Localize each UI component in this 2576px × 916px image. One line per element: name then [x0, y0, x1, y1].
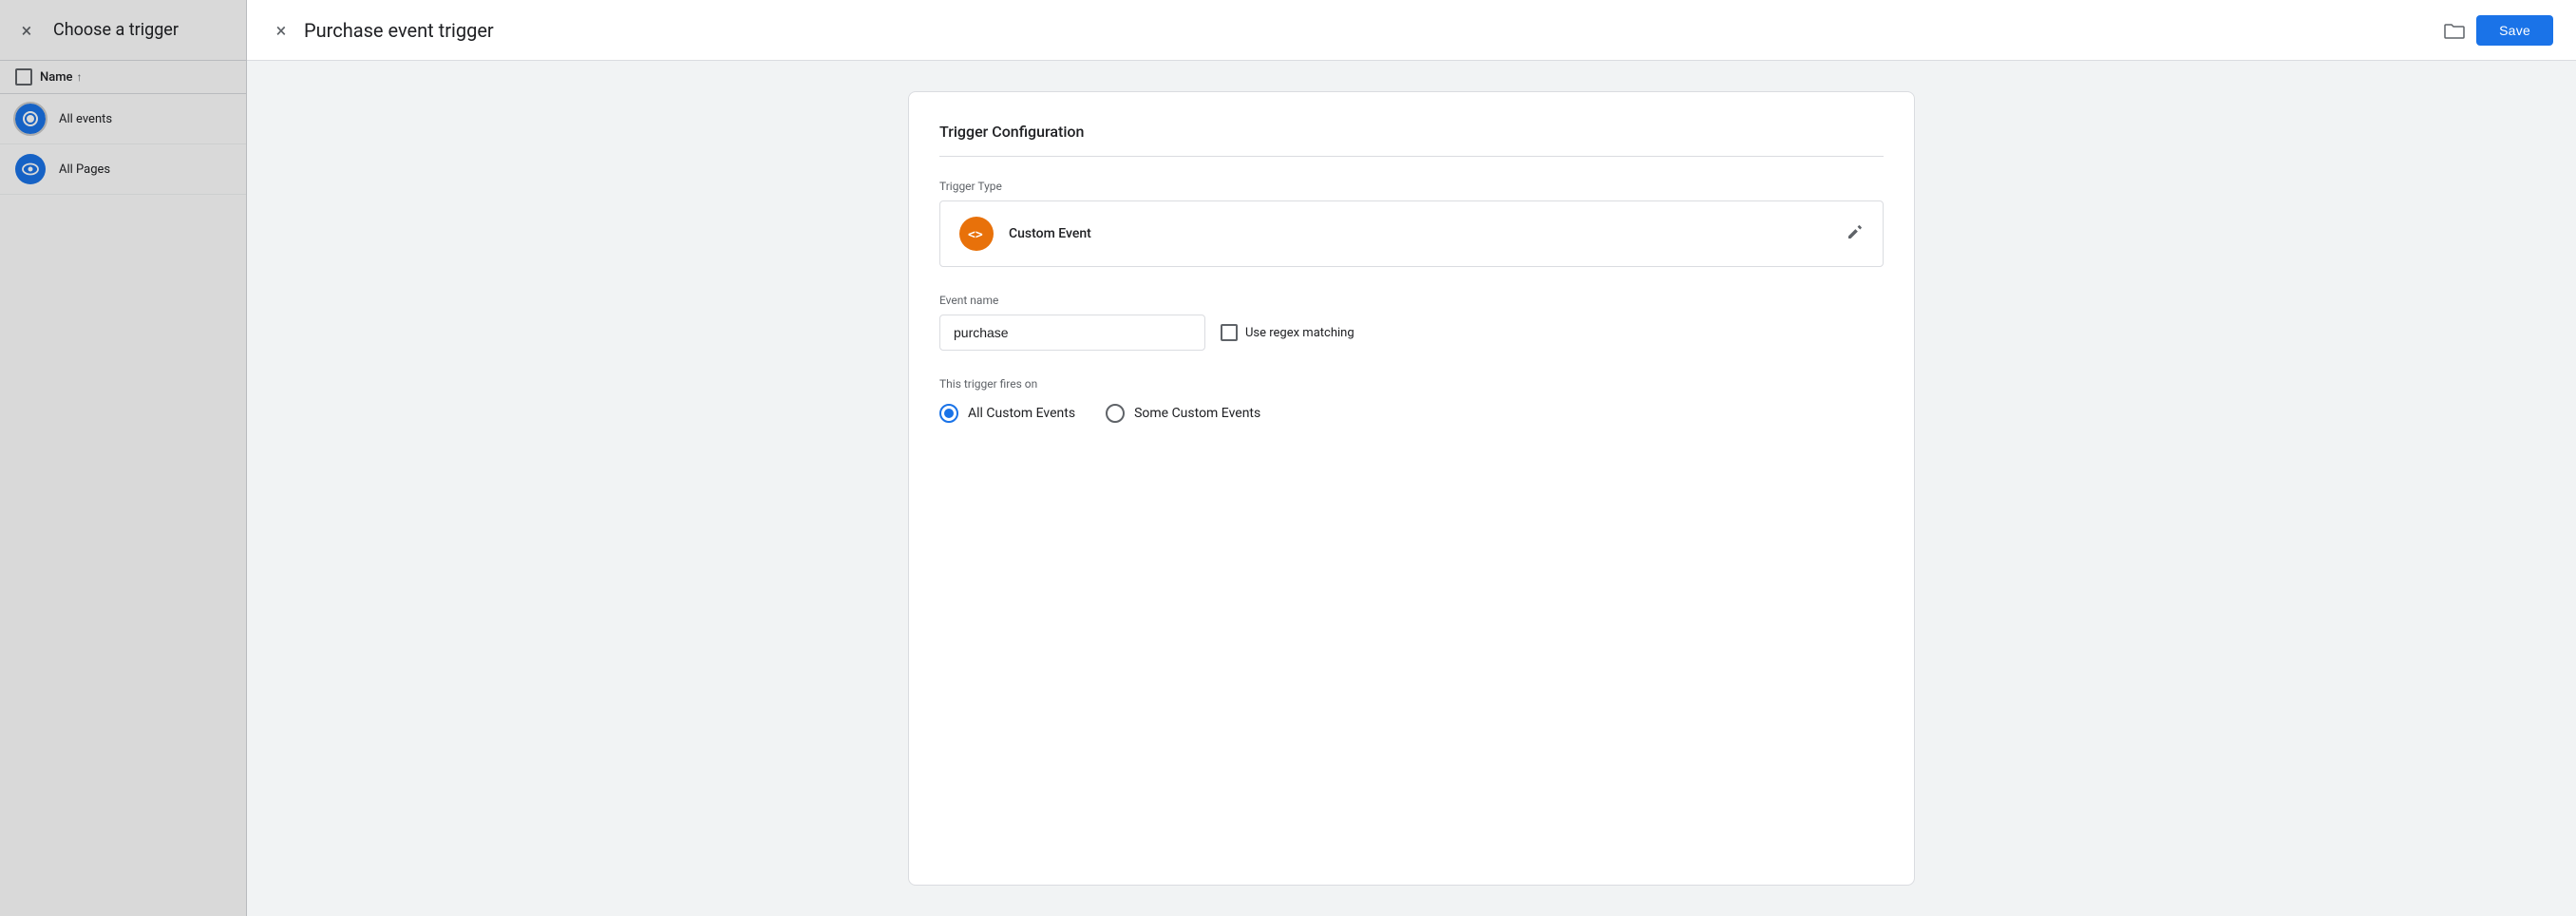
left-panel-title: Choose a trigger [53, 20, 179, 40]
radio-some-custom-events-indicator [1106, 404, 1125, 423]
left-panel-toolbar: Name ↑ [0, 61, 246, 94]
radio-all-custom-events-label: All Custom Events [968, 406, 1075, 421]
fires-on-label: This trigger fires on [939, 377, 1884, 391]
radio-option-all-custom-events[interactable]: All Custom Events [939, 404, 1075, 423]
trigger-type-section: Trigger Type <> Custom Event [939, 180, 1884, 267]
radio-option-some-custom-events[interactable]: Some Custom Events [1106, 404, 1260, 423]
all-events-icon [15, 104, 46, 134]
column-name-label: Name ↑ [40, 70, 83, 85]
regex-checkbox-row: Use regex matching [1221, 324, 1354, 341]
config-card-title: Trigger Configuration [939, 123, 1884, 157]
event-name-input[interactable] [939, 315, 1205, 351]
right-panel: × Purchase event trigger Save Trigger Co… [247, 0, 2576, 916]
fires-on-section: This trigger fires on All Custom Events … [939, 377, 1884, 423]
trigger-type-label: Trigger Type [939, 180, 1884, 193]
svg-text:<>: <> [968, 228, 983, 240]
event-name-label: Event name [939, 294, 1884, 307]
trigger-item-all-events[interactable]: All events [0, 94, 246, 144]
all-pages-icon [15, 154, 46, 184]
event-name-row: Use regex matching [939, 315, 1884, 351]
trigger-type-name: Custom Event [1009, 226, 1091, 241]
trigger-type-left: <> Custom Event [959, 217, 1091, 251]
custom-event-icon: <> [959, 217, 994, 251]
left-panel-close-icon[interactable]: × [15, 19, 38, 42]
radio-some-custom-events-label: Some Custom Events [1134, 406, 1260, 421]
radio-group: All Custom Events Some Custom Events [939, 404, 1884, 423]
use-regex-checkbox[interactable] [1221, 324, 1238, 341]
event-name-section: Event name Use regex matching [939, 294, 1884, 351]
all-pages-label: All Pages [59, 162, 110, 177]
folder-icon[interactable] [2444, 22, 2465, 39]
main-content: Trigger Configuration Trigger Type <> Cu… [247, 61, 2576, 916]
trigger-item-all-pages[interactable]: All Pages [0, 144, 246, 195]
save-button[interactable]: Save [2476, 15, 2553, 46]
select-all-checkbox[interactable] [15, 68, 32, 86]
edit-icon[interactable] [1847, 223, 1864, 245]
regex-label[interactable]: Use regex matching [1245, 326, 1354, 340]
sort-icon[interactable]: ↑ [77, 70, 83, 84]
trigger-type-selector[interactable]: <> Custom Event [939, 200, 1884, 267]
left-panel-header: × Choose a trigger [0, 0, 246, 61]
left-panel: × Choose a trigger Name ↑ All events All… [0, 0, 247, 916]
config-card: Trigger Configuration Trigger Type <> Cu… [908, 91, 1915, 886]
right-panel-title: Purchase event trigger [304, 19, 2433, 42]
radio-all-custom-events-indicator [939, 404, 958, 423]
all-events-label: All events [59, 112, 112, 126]
right-panel-header: × Purchase event trigger Save [247, 0, 2576, 61]
right-panel-close-icon[interactable]: × [270, 19, 293, 42]
